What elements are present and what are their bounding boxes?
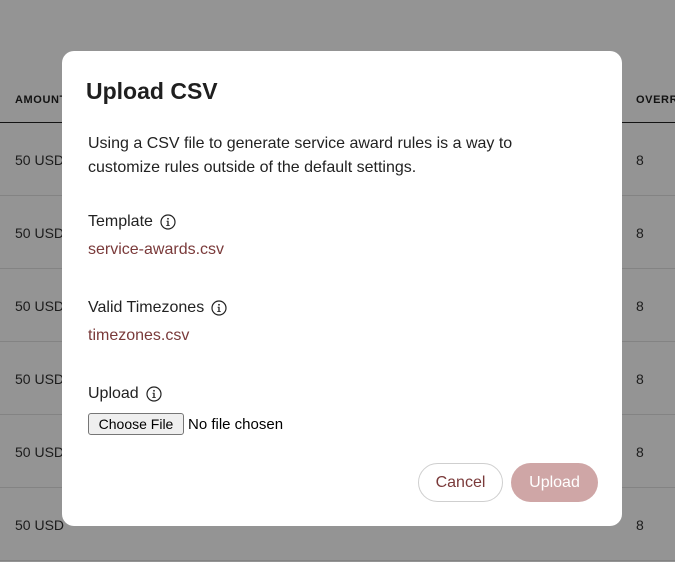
info-circle-icon[interactable] <box>146 386 162 402</box>
info-circle-icon[interactable] <box>160 214 176 230</box>
upload-label: Upload <box>88 385 139 402</box>
template-label-row: Template <box>88 213 176 231</box>
template-label: Template <box>88 213 153 230</box>
upload-csv-dialog: Upload CSV Using a CSV file to generate … <box>62 51 622 526</box>
timezones-label-row: Valid Timezones <box>88 299 227 317</box>
timezones-label: Valid Timezones <box>88 299 205 316</box>
no-file-chosen-text: No file chosen <box>188 415 284 433</box>
choose-file-button[interactable]: Choose File <box>88 413 184 435</box>
upload-label-row: Upload <box>88 385 162 403</box>
dialog-title: Upload CSV <box>86 78 218 104</box>
cancel-button[interactable]: Cancel <box>418 463 503 502</box>
file-input[interactable]: Choose File No file chosen <box>88 413 283 435</box>
dialog-description: Using a CSV file to generate service awa… <box>88 135 513 176</box>
timezones-download-link[interactable]: timezones.csv <box>88 327 189 345</box>
info-circle-icon[interactable] <box>211 300 227 316</box>
template-download-link[interactable]: service-awards.csv <box>88 241 224 259</box>
upload-button[interactable]: Upload <box>511 463 598 502</box>
